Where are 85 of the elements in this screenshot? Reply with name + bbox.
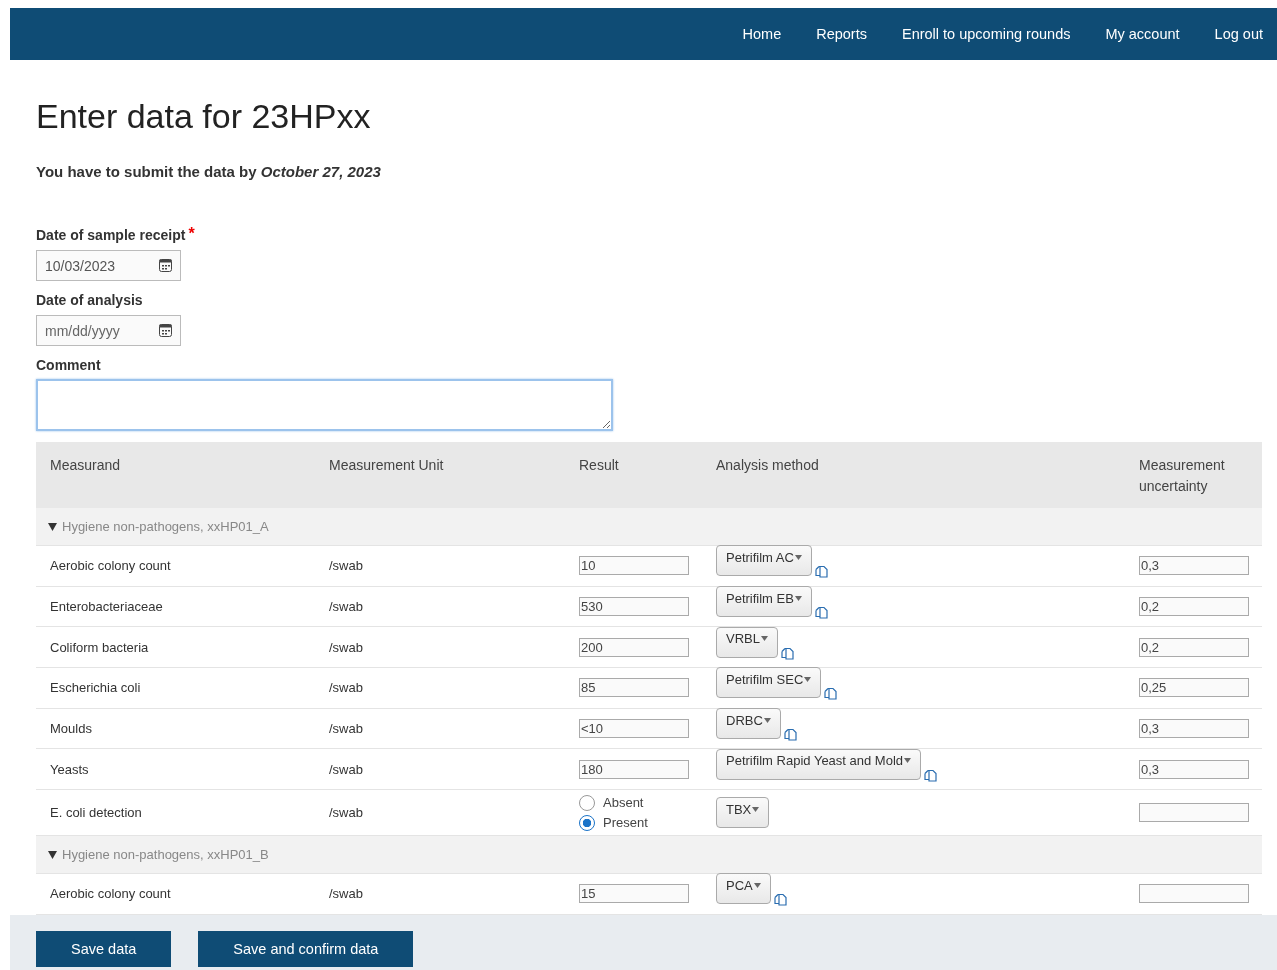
measurand-cell: Aerobic colony count (50, 886, 171, 902)
measurand-cell: Aerobic colony count (50, 558, 171, 574)
measurand-cell: Escherichia coli (50, 680, 141, 696)
page-title: Enter data for 23HPxx (36, 96, 372, 136)
uncertainty-field[interactable]: 0,3 (1139, 759, 1249, 779)
column-header: Analysis method (716, 456, 820, 475)
uncertainty-field[interactable]: 0,3 (1139, 719, 1249, 739)
date-field[interactable]: 10/03/2023 (36, 250, 181, 281)
unit-cell: /swab (329, 680, 363, 696)
result-field[interactable]: 200 (579, 637, 689, 657)
uncertainty-field[interactable] (1139, 884, 1249, 904)
caret-icon (752, 806, 760, 812)
caret-icon (753, 882, 761, 888)
measurand-cell: Yeasts (50, 761, 89, 777)
radio-button[interactable] (579, 794, 595, 811)
result-field[interactable]: 10 (579, 556, 689, 576)
required-mark: * (188, 227, 195, 244)
caret-icon (794, 595, 802, 601)
field-label: Date of analysis (36, 292, 143, 310)
result-field[interactable]: 85 (579, 678, 689, 698)
caret-icon (794, 554, 802, 560)
method-dropdown[interactable]: DRBC (716, 708, 781, 740)
method-dropdown[interactable]: Petrifilm EB (716, 586, 812, 618)
unit-cell: /swab (329, 721, 363, 737)
caret-icon (760, 636, 768, 642)
nav-link[interactable]: Home (742, 26, 782, 42)
field-label: Date of sample receipt (36, 227, 186, 245)
column-header: Measurement Unit (329, 456, 445, 475)
unit-cell: /swab (329, 558, 363, 574)
method-dropdown[interactable]: TBX (716, 797, 770, 829)
result-field[interactable]: 180 (579, 759, 689, 779)
uncertainty-field[interactable]: 0,2 (1139, 637, 1249, 657)
copy-icon[interactable] (814, 606, 829, 620)
radio-label: Present (603, 815, 648, 831)
group-title: Hygiene non-pathogens, xxHP01_A (62, 519, 269, 534)
expand-triangle-icon[interactable] (48, 850, 57, 859)
radio-button[interactable] (579, 814, 595, 831)
unit-cell: /swab (329, 599, 363, 615)
uncertainty-field[interactable]: 0,2 (1139, 597, 1249, 617)
expand-triangle-icon[interactable] (48, 522, 57, 531)
unit-cell: /swab (329, 886, 363, 902)
nav-link[interactable]: My account (1105, 26, 1180, 42)
measurand-cell: Coliform bacteria (50, 639, 149, 655)
column-header: Measurement uncertainty (1139, 456, 1226, 496)
result-field[interactable]: 15 (579, 884, 689, 904)
save-button[interactable]: Save and confirm data (198, 930, 414, 967)
calendar-icon[interactable] (159, 259, 172, 272)
nav-link[interactable]: Log out (1214, 26, 1263, 42)
method-dropdown[interactable]: VRBL (716, 626, 778, 658)
unit-cell: /swab (329, 639, 363, 655)
caret-icon (763, 717, 771, 723)
measurand-cell: E. coli detection (50, 805, 142, 821)
method-dropdown[interactable]: PCA (716, 873, 771, 905)
copy-icon[interactable] (924, 768, 939, 782)
uncertainty-field[interactable]: 0,3 (1139, 556, 1249, 576)
unit-cell: /swab (329, 761, 363, 777)
nav-link[interactable]: Reports (816, 26, 867, 42)
copy-icon[interactable] (814, 565, 829, 579)
nav-link[interactable]: Enroll to upcoming rounds (902, 26, 1071, 42)
date-field[interactable]: mm/dd/yyyy (36, 315, 181, 346)
result-field[interactable]: <10 (579, 719, 689, 739)
copy-icon[interactable] (783, 728, 798, 742)
uncertainty-field[interactable]: 0,25 (1139, 678, 1249, 698)
radio-label: Absent (603, 795, 644, 811)
save-button[interactable]: Save data (36, 930, 172, 967)
measurand-cell: Enterobacteriaceae (50, 599, 163, 615)
unit-cell: /swab (329, 805, 363, 821)
comment-field[interactable] (36, 379, 613, 431)
field-label: Comment (36, 357, 101, 375)
caret-icon (904, 758, 912, 764)
caret-icon (804, 676, 812, 682)
column-header: Result (579, 456, 620, 475)
column-header: Measurand (49, 456, 122, 475)
copy-icon[interactable] (824, 687, 839, 701)
group-title: Hygiene non-pathogens, xxHP01_B (62, 847, 269, 863)
measurand-cell: Moulds (50, 721, 92, 737)
result-field[interactable]: 530 (579, 597, 689, 617)
uncertainty-field[interactable] (1139, 803, 1249, 823)
method-dropdown[interactable]: Petrifilm SEC (716, 667, 822, 699)
method-dropdown[interactable]: Petrifilm Rapid Yeast and Mold (716, 748, 922, 780)
copy-icon[interactable] (780, 646, 795, 660)
calendar-icon[interactable] (159, 324, 172, 337)
copy-icon[interactable] (773, 893, 788, 907)
method-dropdown[interactable]: Petrifilm AC (716, 545, 812, 577)
deadline-text: You have to submit the data by October 27, 2023 (36, 162, 382, 182)
